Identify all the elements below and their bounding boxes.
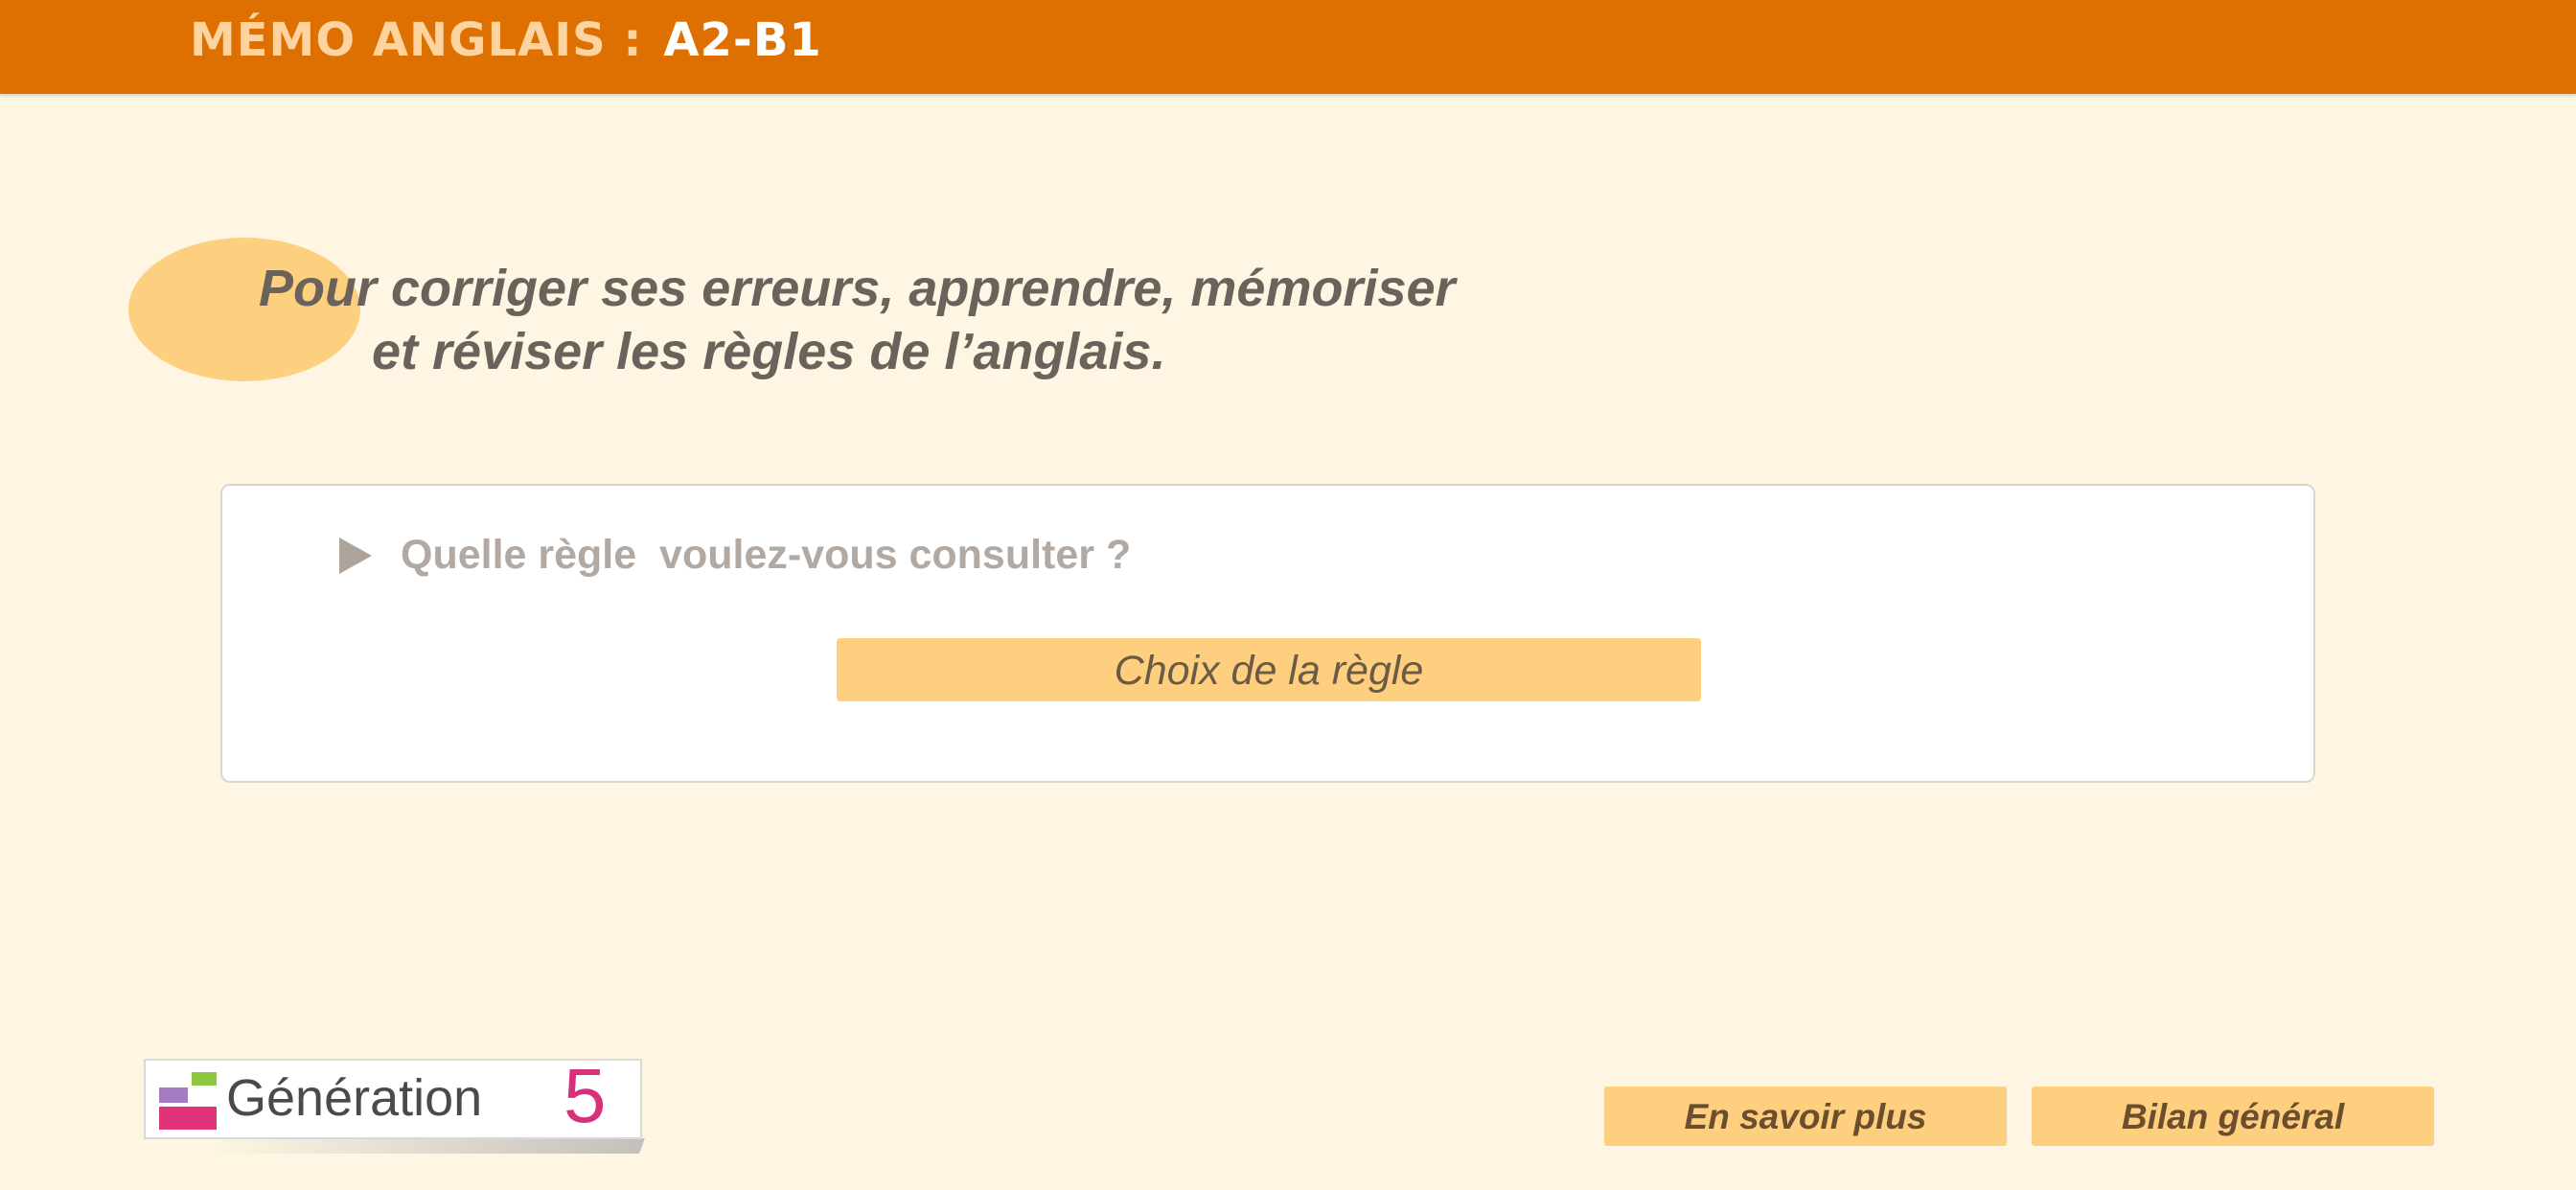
rule-question-text: Quelle règle voulez-vous consulter ? [401, 532, 1132, 578]
intro-line-1: Pour corriger ses erreurs, apprendre, mé… [259, 260, 1456, 317]
level-label: A2-B1 [663, 13, 822, 67]
overall-summary-button[interactable]: Bilan général [2032, 1087, 2434, 1146]
intro-headline: Pour corriger ses erreurs, apprendre, mé… [259, 257, 1792, 383]
logo-wordmark: Génération [226, 1069, 483, 1127]
header-bar: MÉMO ANGLAIS : A2-B1 [0, 0, 2576, 94]
app-title-text: MÉMO ANGLAIS : [190, 13, 643, 67]
learn-more-button[interactable]: En savoir plus [1604, 1087, 2007, 1146]
generation5-logo: Génération 5 [144, 1053, 642, 1139]
choose-rule-button[interactable]: Choix de la règle [837, 638, 1701, 701]
logo-number: 5 [564, 1053, 607, 1138]
app-title: MÉMO ANGLAIS : A2-B1 [190, 13, 822, 67]
rule-question: Quelle règle voulez-vous consulter ? [339, 532, 1131, 579]
intro-line-2: et réviser les règles de l’anglais. [372, 323, 1166, 380]
logo-blocks-icon [159, 1072, 217, 1130]
rule-selection-panel: Quelle règle voulez-vous consulter ? Cho… [220, 484, 2315, 783]
logo-shadow [208, 1138, 645, 1154]
play-triangle-icon [339, 537, 372, 574]
